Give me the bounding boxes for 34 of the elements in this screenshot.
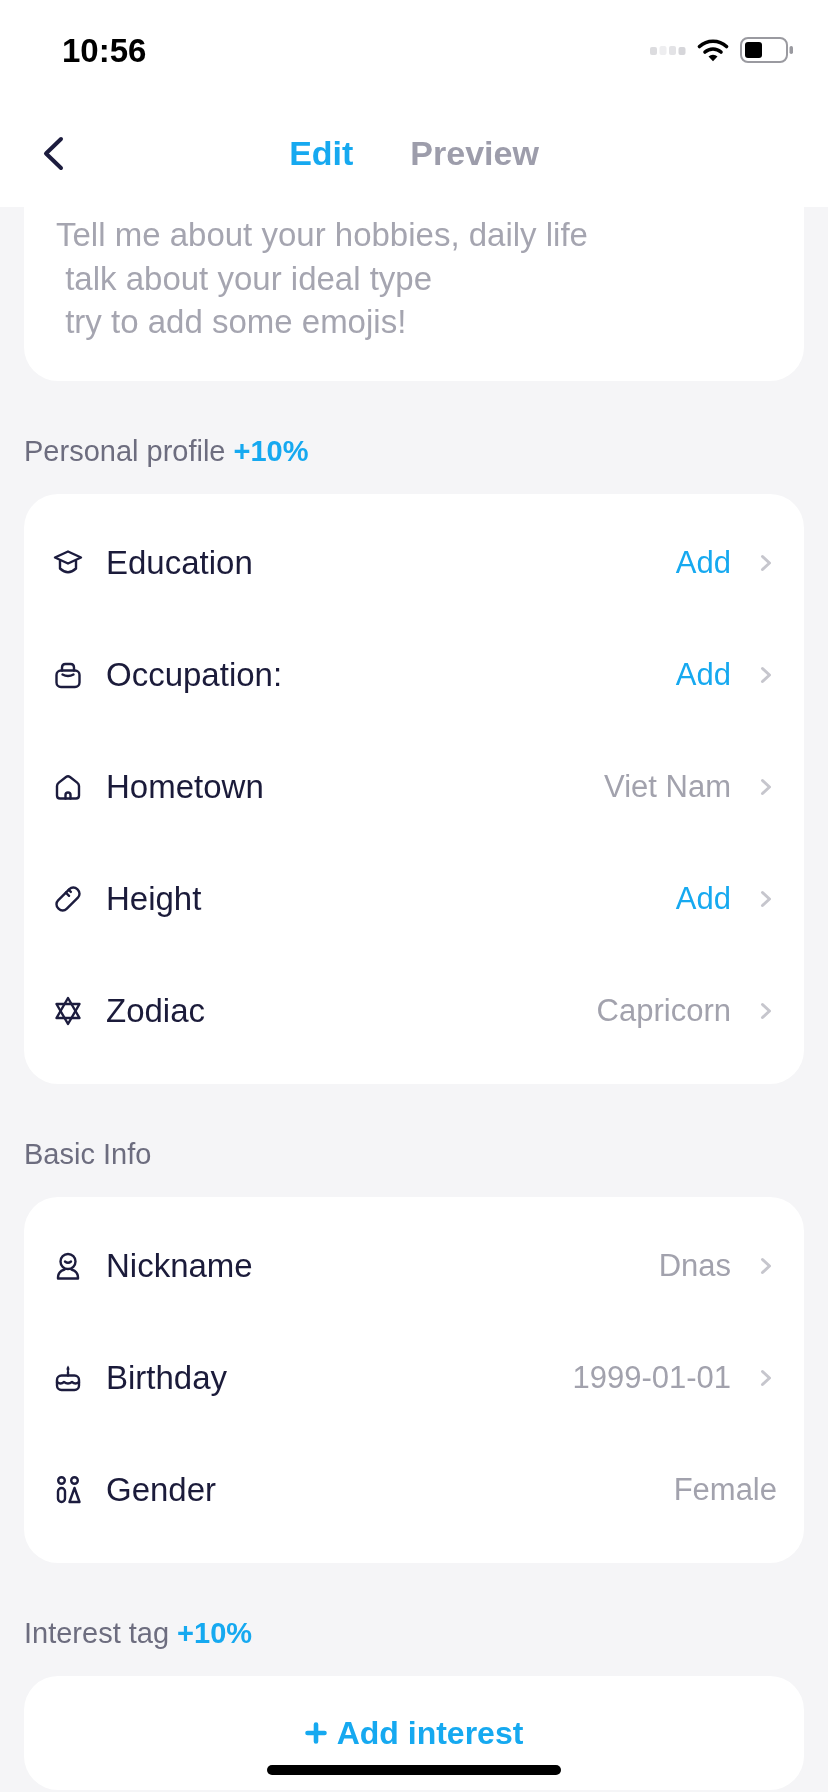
plus-icon [304,1722,327,1744]
section-title: Basic Info [24,1137,152,1171]
field-value: 1999-01-01 [572,1358,731,1397]
section-title: Interest tag [24,1616,170,1650]
field-label: Birthday [106,1358,228,1399]
tab[interactable]: Edit [289,133,354,174]
field-label: Hometown [106,767,264,808]
field-value: Viet Nam [604,767,731,806]
field-label: Education [106,543,253,584]
star-icon [52,995,84,1027]
wifi-icon [697,38,729,62]
back-button[interactable] [41,136,65,171]
bio-field[interactable]: Tell me about your hobbies, daily life talk about your ideal type try to add some emojis! [24,207,804,381]
field-value: Dnas [658,1246,731,1285]
add-interest-button[interactable]: Add interest [304,1713,524,1753]
chevron-left-icon [41,136,65,171]
battery-icon [740,37,794,63]
bonus-percent: +10% [233,434,309,468]
add-link[interactable]: Add [675,875,731,923]
bonus-percent: +10% [177,1616,253,1650]
field-value: Capricorn [596,991,731,1030]
field-label: Zodiac [106,991,206,1032]
add-link[interactable]: Add [675,651,731,699]
status-time: 10:56 [62,33,147,67]
add-link[interactable]: Add [675,539,731,587]
field-label: Gender [106,1470,217,1511]
tab[interactable]: Preview [410,133,539,174]
section-title: Personal profile [24,434,226,468]
field-label: Height [106,879,202,920]
signal-icon [650,45,686,55]
ruler-icon [52,883,84,915]
field-value: Female [673,1470,777,1509]
field-label: Occupation: [106,655,283,696]
field-label: Nickname [106,1246,253,1287]
